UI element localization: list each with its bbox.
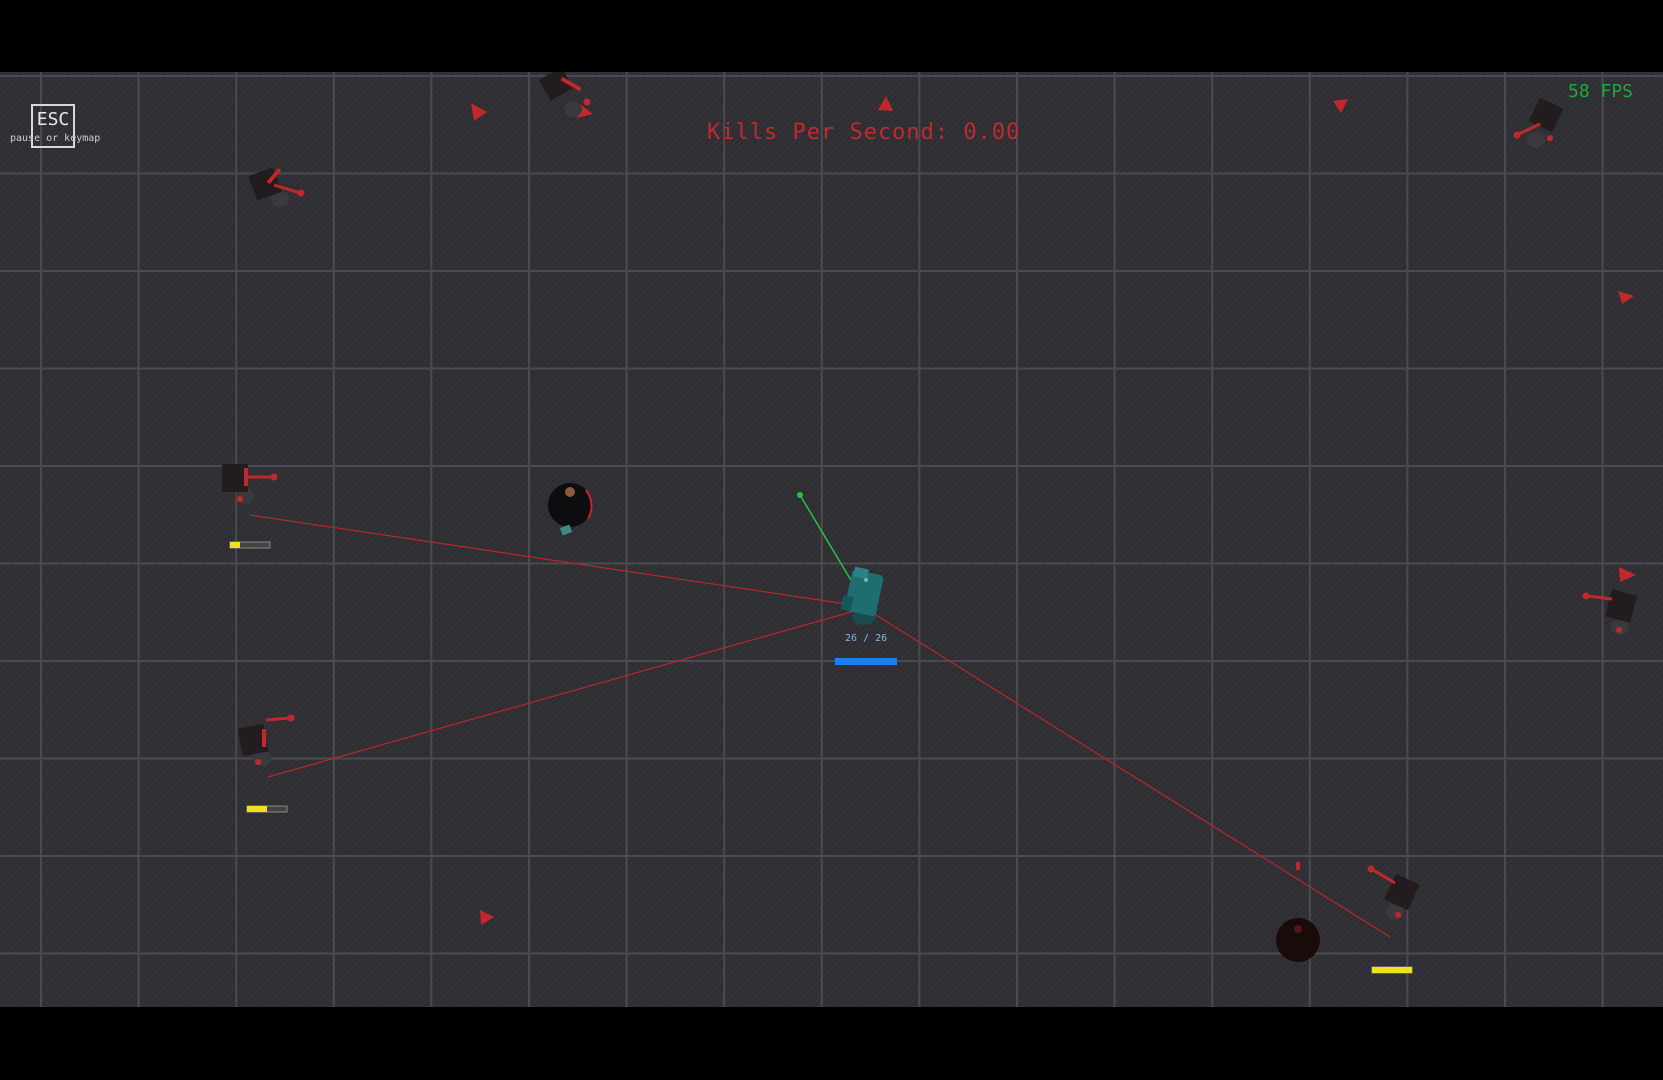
esc-hint-label: pause or keymap — [10, 133, 101, 144]
aim-cursor — [797, 492, 803, 498]
arena-floor — [0, 72, 1663, 1007]
letterbox-top — [0, 0, 1663, 72]
arena-svg — [0, 72, 1663, 1007]
enemy-hp-bar-fill — [230, 542, 240, 548]
enemy-hp-bar-fill — [247, 806, 267, 812]
kills-per-second-label: Kills Per Second: 0.00 — [707, 120, 1021, 145]
player-hp-bar-fill — [835, 658, 897, 665]
enemy-hp-bar-fill — [1372, 967, 1412, 973]
game-arena[interactable] — [0, 72, 1663, 1007]
fps-counter: 58 FPS — [1568, 81, 1634, 102]
player-hp-text: 26 / 26 — [845, 633, 888, 644]
letterbox-bottom — [0, 1007, 1663, 1080]
